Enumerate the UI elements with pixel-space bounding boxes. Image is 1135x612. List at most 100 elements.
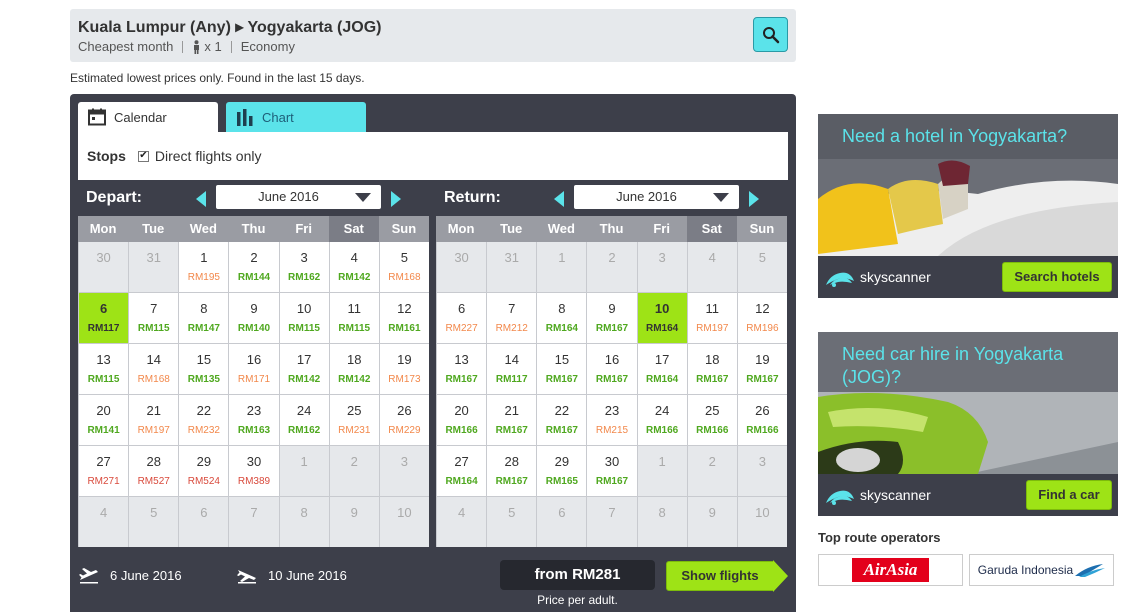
- day-price: RM165: [545, 476, 578, 487]
- depart-day-cell[interactable]: 12 RM161: [379, 293, 429, 343]
- return-day-cell[interactable]: 18 RM167: [687, 344, 737, 394]
- depart-day-cell[interactable]: 13 RM115: [79, 344, 129, 394]
- depart-day-cell[interactable]: 25 RM231: [329, 395, 379, 445]
- return-day-cell[interactable]: 20 RM166: [437, 395, 487, 445]
- depart-day-cell[interactable]: 7 RM115: [129, 293, 179, 343]
- depart-day-cell[interactable]: 20 RM141: [79, 395, 129, 445]
- depart-month-select[interactable]: June 2016: [216, 185, 381, 209]
- find-a-car-button[interactable]: Find a car: [1026, 480, 1112, 510]
- direct-flights-label[interactable]: Direct flights only: [155, 148, 262, 164]
- return-day-cell[interactable]: 30 RM167: [587, 446, 637, 496]
- day-number: 12: [397, 301, 412, 316]
- return-day-cell[interactable]: 17 RM164: [637, 344, 687, 394]
- return-day-cell[interactable]: 10 RM164: [637, 293, 687, 343]
- depart-day-cell: 1: [279, 446, 329, 496]
- return-day-cell[interactable]: 19 RM167: [737, 344, 787, 394]
- day-number: 10: [755, 505, 770, 520]
- show-flights-button-arrow[interactable]: [773, 560, 788, 592]
- return-day-cell[interactable]: 29 RM165: [537, 446, 587, 496]
- depart-day-cell[interactable]: 17 RM142: [279, 344, 329, 394]
- day-number: 19: [755, 352, 770, 367]
- return-day-cell[interactable]: 16 RM167: [587, 344, 637, 394]
- depart-day-cell[interactable]: 8 RM147: [179, 293, 229, 343]
- day-number: 2: [708, 454, 716, 469]
- return-day-cell[interactable]: 24 RM166: [637, 395, 687, 445]
- return-day-cell[interactable]: 8 RM164: [537, 293, 587, 343]
- return-day-cell: 31: [487, 242, 537, 292]
- depart-day-cell[interactable]: 18 RM142: [329, 344, 379, 394]
- depart-day-cell[interactable]: 21 RM197: [129, 395, 179, 445]
- depart-day-cell[interactable]: 28 RM527: [129, 446, 179, 496]
- depart-day-cell[interactable]: 14 RM168: [129, 344, 179, 394]
- depart-day-cell[interactable]: 23 RM163: [229, 395, 279, 445]
- depart-day-cell[interactable]: 2 RM144: [229, 242, 279, 292]
- airasia-logo[interactable]: AirAsia: [818, 554, 963, 586]
- return-day-cell[interactable]: 28 RM167: [487, 446, 537, 496]
- depart-day-cell[interactable]: 10 RM115: [279, 293, 329, 343]
- direct-flights-checkbox[interactable]: ✔: [137, 150, 149, 162]
- depart-day-cell[interactable]: 6 RM117: [79, 293, 129, 343]
- return-day-cell[interactable]: 11 RM197: [687, 293, 737, 343]
- search-summary[interactable]: Kuala Lumpur (Any) ▸ Yogyakarta (JOG) Ch…: [70, 9, 796, 62]
- return-day-cell[interactable]: 9 RM167: [587, 293, 637, 343]
- return-calendar: Mon Tue Wed Thu Fri Sat Sun 30 31 1 2 3 4 5 6 RM…: [436, 216, 787, 547]
- return-month-select[interactable]: June 2016: [574, 185, 739, 209]
- depart-day-cell[interactable]: 9 RM140: [229, 293, 279, 343]
- tab-chart[interactable]: Chart: [226, 102, 366, 132]
- tab-calendar[interactable]: Calendar: [78, 102, 218, 133]
- weekday-fri: Fri: [653, 221, 670, 236]
- depart-day-cell[interactable]: 30 RM389: [229, 446, 279, 496]
- return-prev-month-icon[interactable]: [554, 191, 564, 207]
- return-day-cell[interactable]: 13 RM167: [437, 344, 487, 394]
- skyscanner-cloud-icon: [826, 272, 854, 287]
- return-day-cell[interactable]: 21 RM167: [487, 395, 537, 445]
- depart-prev-month-icon[interactable]: [196, 191, 206, 207]
- search-hotels-button[interactable]: Search hotels: [1002, 262, 1112, 292]
- day-number: 6: [457, 301, 466, 316]
- return-day-cell[interactable]: 7 RM212: [487, 293, 537, 343]
- depart-day-cell[interactable]: 29 RM524: [179, 446, 229, 496]
- day-number: 14: [504, 352, 519, 367]
- return-day-cell[interactable]: 26 RM166: [737, 395, 787, 445]
- day-number: 9: [608, 301, 616, 316]
- depart-day-cell: 3: [379, 446, 429, 496]
- depart-day-cell[interactable]: 4 RM142: [329, 242, 379, 292]
- search-button[interactable]: [753, 17, 788, 52]
- depart-day-cell[interactable]: 15 RM135: [179, 344, 229, 394]
- day-number: 23: [246, 403, 262, 418]
- hotel-ad[interactable]: Need a hotel in Yogyakarta? skyscanner S…: [818, 114, 1118, 298]
- depart-day-cell[interactable]: 5 RM168: [379, 242, 429, 292]
- day-price: RM231: [338, 425, 371, 436]
- return-day-cell[interactable]: 14 RM117: [487, 344, 537, 394]
- depart-day-cell[interactable]: 1 RM195: [179, 242, 229, 292]
- return-label: Return:: [444, 189, 501, 206]
- day-price: RM164: [545, 323, 578, 334]
- day-number: 24: [654, 403, 670, 418]
- return-day-cell[interactable]: 27 RM164: [437, 446, 487, 496]
- return-day-cell[interactable]: 6 RM227: [437, 293, 487, 343]
- depart-next-month-icon[interactable]: [391, 191, 401, 207]
- depart-day-cell[interactable]: 26 RM229: [379, 395, 429, 445]
- depart-day-cell[interactable]: 11 RM115: [329, 293, 379, 343]
- return-day-cell[interactable]: 25 RM166: [687, 395, 737, 445]
- depart-day-cell[interactable]: 27 RM271: [79, 446, 129, 496]
- depart-day-cell[interactable]: 24 RM162: [279, 395, 329, 445]
- return-day-cell[interactable]: 15 RM167: [537, 344, 587, 394]
- return-day-cell[interactable]: 23 RM215: [587, 395, 637, 445]
- garuda-logo[interactable]: Garuda Indonesia: [969, 554, 1114, 586]
- day-price: RM168: [137, 374, 170, 385]
- depart-day-cell[interactable]: 22 RM232: [179, 395, 229, 445]
- chevron-down-icon: [713, 193, 729, 202]
- day-number: 10: [654, 301, 670, 316]
- depart-day-cell[interactable]: 3 RM162: [279, 242, 329, 292]
- show-flights-button[interactable]: Show flights: [666, 561, 774, 591]
- return-next-month-icon[interactable]: [749, 191, 759, 207]
- return-day-cell[interactable]: 22 RM167: [537, 395, 587, 445]
- car-hire-ad[interactable]: Need car hire in Yogyakarta (JOG)? skysc…: [818, 332, 1118, 516]
- return-date: 10 June 2016: [268, 567, 347, 583]
- day-number: 5: [150, 505, 158, 520]
- day-price: RM167: [696, 374, 729, 385]
- return-day-cell[interactable]: 12 RM196: [737, 293, 787, 343]
- depart-day-cell[interactable]: 16 RM171: [229, 344, 279, 394]
- depart-day-cell[interactable]: 19 RM173: [379, 344, 429, 394]
